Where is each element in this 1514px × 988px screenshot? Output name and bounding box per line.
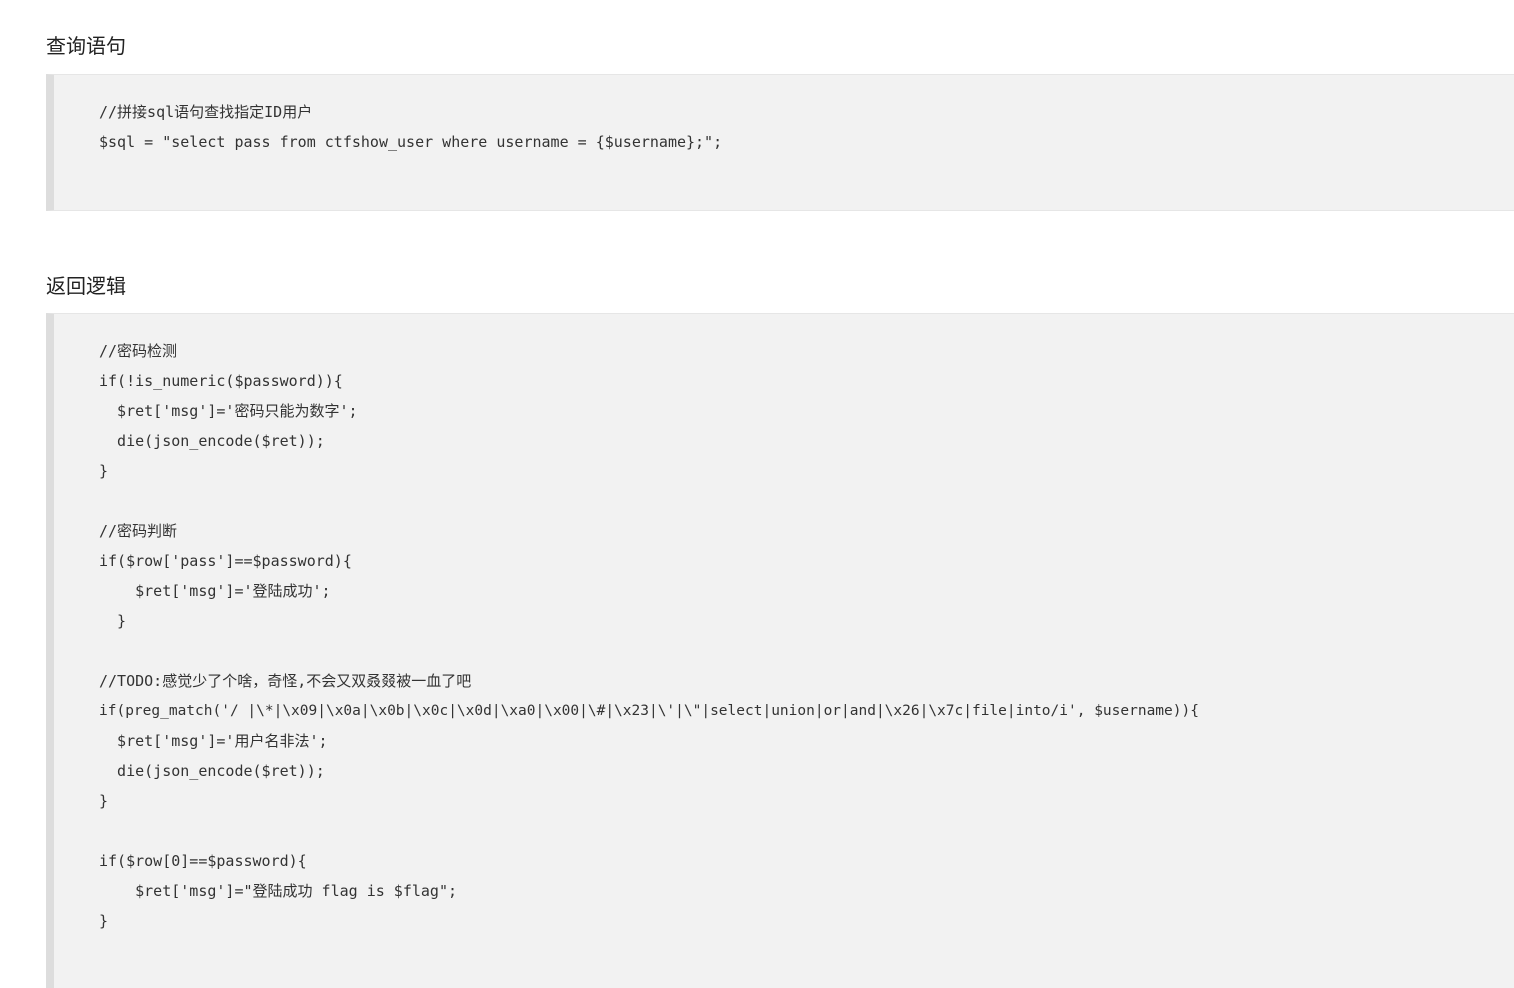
code-line: $ret['msg']='用户名非法';	[99, 732, 328, 750]
code-line: $ret['msg']="登陆成功 flag is $flag";	[99, 882, 458, 900]
code-line: $ret['msg']='登陆成功';	[99, 582, 331, 600]
code-line: $ret['msg']='密码只能为数字';	[99, 402, 358, 420]
code-line: //TODO:感觉少了个啥，奇怪,不会又双叒叕被一血了吧	[99, 672, 472, 690]
code-line: }	[99, 462, 109, 480]
query-section: 查询语句 //拼接sql语句查找指定ID用户 $sql = "select pa…	[46, 0, 1514, 212]
code-line: die(json_encode($ret));	[99, 762, 325, 780]
code-line: //密码检测	[99, 342, 178, 360]
code-line: //密码判断	[99, 522, 178, 540]
code-line: if(preg_match('/ |\*|\x09|\x0a|\x0b|\x0c…	[99, 703, 1199, 719]
code-line: if($row['pass']==$password){	[99, 552, 352, 570]
query-section-title: 查询语句	[46, 34, 126, 58]
code-line: //拼接sql语句查找指定ID用户	[99, 103, 313, 121]
logic-section-title: 返回逻辑	[46, 274, 126, 298]
code-line: if($row[0]==$password){	[99, 852, 307, 870]
logic-section: 返回逻辑 //密码检测 if(!is_numeric($password)){ …	[46, 260, 1514, 988]
code-line: }	[99, 792, 109, 810]
query-code-block: //拼接sql语句查找指定ID用户 $sql = "select pass fr…	[46, 74, 1514, 211]
code-line: die(json_encode($ret));	[99, 432, 325, 450]
code-line: $sql = "select pass from ctfshow_user wh…	[99, 133, 723, 151]
code-line: if(!is_numeric($password)){	[99, 372, 343, 390]
code-line: }	[99, 612, 127, 630]
code-line: }	[99, 912, 109, 930]
logic-code-block: //密码检测 if(!is_numeric($password)){ $ret[…	[46, 313, 1514, 988]
